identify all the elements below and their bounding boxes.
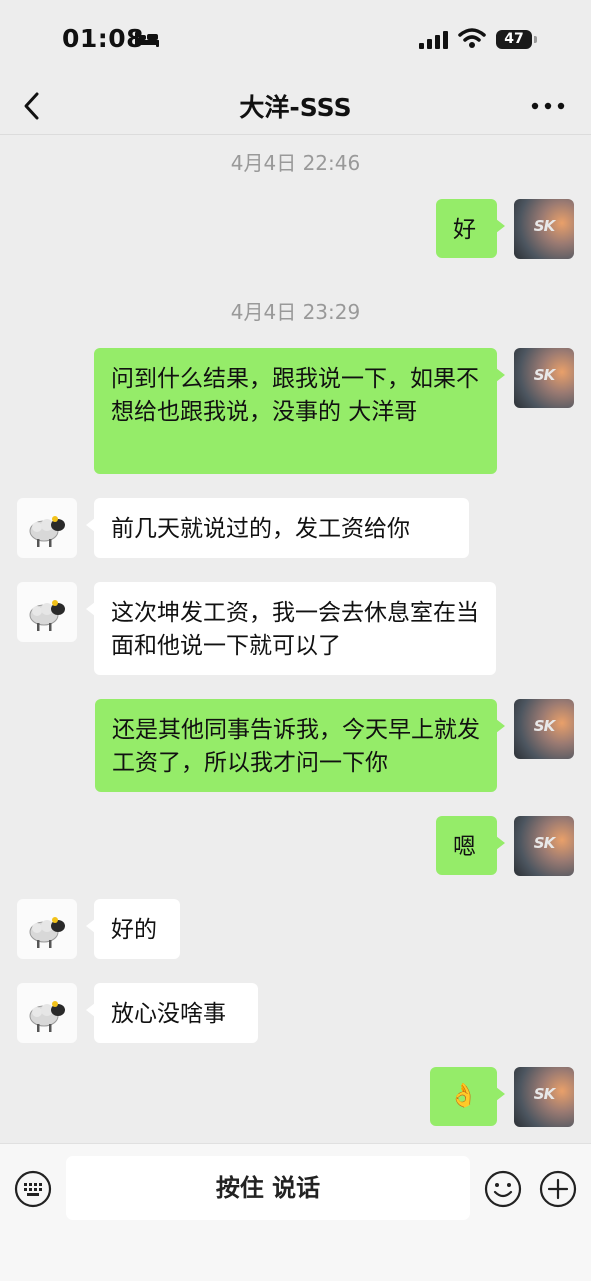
message-bubble-sent[interactable]: 还是其他同事告诉我，今天早上就发工资了，所以我才问一下你 (95, 699, 505, 792)
contact-avatar[interactable] (17, 498, 77, 558)
status-bar: 01:08 47 (0, 0, 591, 78)
keyboard-toggle-icon[interactable] (14, 1170, 52, 1208)
more-options-icon[interactable] (530, 96, 566, 116)
timestamp-separator: 4月4日 22:46 (230, 151, 361, 175)
message-bubble-sent[interactable]: 嗯 (436, 816, 505, 875)
my-avatar[interactable]: SK (514, 348, 574, 408)
my-avatar[interactable]: SK (514, 1067, 574, 1127)
hold-to-talk-button[interactable]: 按住 说话 (66, 1156, 470, 1220)
sleep-focus-icon (135, 32, 159, 47)
sheep-avatar-icon (29, 1001, 65, 1032)
battery-cap (534, 36, 537, 43)
timestamp-separator: 4月4日 23:29 (230, 300, 361, 324)
chat-header: 大洋-SSS (0, 78, 591, 135)
contact-avatar[interactable] (17, 899, 77, 959)
sheep-avatar-icon (29, 516, 65, 547)
avatar-text: SK (533, 834, 555, 852)
avatar-text: SK (533, 1085, 555, 1103)
message-bubble-sent[interactable]: 好 (436, 199, 505, 258)
sheep-avatar-icon (29, 600, 65, 631)
my-avatar[interactable]: SK (514, 699, 574, 759)
contact-avatar[interactable] (17, 983, 77, 1043)
contact-avatar[interactable] (17, 582, 77, 642)
my-avatar[interactable]: SK (514, 816, 574, 876)
chat-title: 大洋-SSS (239, 93, 352, 122)
avatar-text: SK (533, 217, 555, 235)
avatar-text: SK (533, 366, 555, 384)
wifi-icon (458, 28, 486, 48)
message-bubble-received[interactable]: 这次坤发工资，我一会去休息室在当面和他说一下就可以了 (86, 582, 496, 675)
message-bubble-sent[interactable]: 👌 (430, 1067, 505, 1126)
cellular-signal-icon (419, 31, 448, 49)
input-bar: 按住 说话 (0, 1143, 591, 1281)
message-bubble-received[interactable]: 前几天就说过的，发工资给你 (86, 498, 469, 558)
sheep-avatar-icon (29, 917, 65, 948)
avatar-text: SK (533, 717, 555, 735)
message-bubble-received[interactable]: 放心没啥事 (86, 983, 258, 1043)
status-time: 01:08 (62, 24, 145, 53)
battery-indicator: 47 (496, 30, 532, 49)
message-bubble-sent[interactable]: 问到什么结果，跟我说一下，如果不想给也跟我说，没事的 大洋哥 (94, 348, 505, 474)
my-avatar[interactable]: SK (514, 199, 574, 259)
plus-icon[interactable] (539, 1170, 577, 1208)
message-list[interactable]: 4月4日 22:46 好 SK 4月4日 23:29 问到什么结果，跟我说一下，… (0, 135, 591, 1143)
message-bubble-received[interactable]: 好的 (86, 899, 180, 959)
emoji-icon[interactable] (484, 1170, 522, 1208)
